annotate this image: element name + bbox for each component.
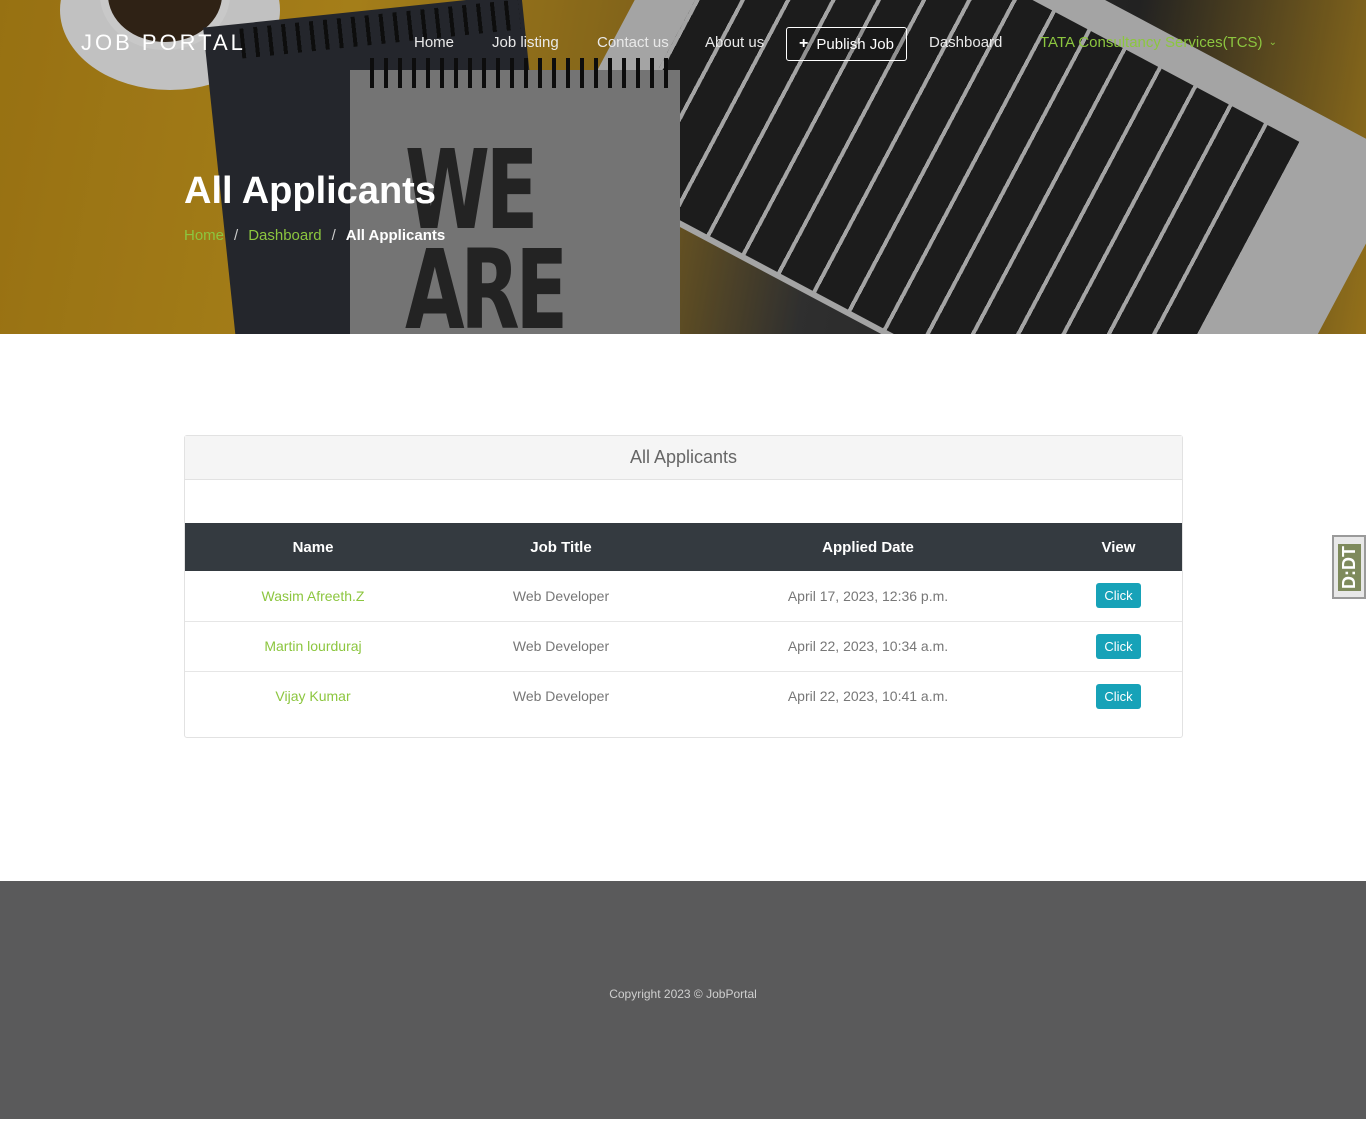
copyright-text: Copyright 2023 © JobPortal (609, 987, 757, 1001)
footer: Copyright 2023 © JobPortal (0, 881, 1366, 1119)
table-row: Vijay Kumar Web Developer April 22, 2023… (185, 671, 1182, 721)
breadcrumb-separator: / (331, 227, 336, 244)
breadcrumb-dashboard[interactable]: Dashboard (248, 227, 321, 244)
applicant-name-link[interactable]: Martin lourduraj (264, 638, 361, 654)
nav-home[interactable]: Home (414, 34, 454, 51)
applicants-table: Name Job Title Applied Date View Wasim A… (185, 523, 1182, 721)
plus-icon: + (799, 35, 809, 52)
applied-date-cell: April 22, 2023, 10:41 a.m. (787, 688, 949, 705)
applied-date-cell: April 22, 2023, 10:34 a.m. (787, 638, 949, 654)
breadcrumb: Home / Dashboard / All Applicants (184, 227, 445, 244)
card-title: All Applicants (185, 436, 1182, 480)
column-header-applied-date: Applied Date (822, 538, 914, 556)
table-header-row: Name Job Title Applied Date View (185, 523, 1182, 571)
applicant-name-link[interactable]: Vijay Kumar (275, 688, 350, 704)
column-header-job-title: Job Title (530, 538, 592, 556)
nav-about-us[interactable]: About us (705, 34, 764, 51)
debug-toolbar-label: D:DT (1337, 543, 1361, 591)
company-dropdown[interactable]: TATA Consultancy Services(TCS) ⌄ (1040, 34, 1277, 51)
job-title-cell: Web Developer (512, 587, 610, 604)
breadcrumb-separator: / (234, 227, 239, 244)
breadcrumb-home[interactable]: Home (184, 227, 224, 244)
breadcrumb-current: All Applicants (345, 227, 446, 244)
page-title: All Applicants (184, 170, 436, 212)
nav-contact-us[interactable]: Contact us (597, 34, 669, 51)
column-header-view: View (1101, 538, 1136, 556)
column-header-name: Name (292, 538, 334, 556)
publish-job-button[interactable]: + Publish Job (786, 27, 907, 61)
applicants-card: All Applicants Name Job Title Applied Da… (184, 435, 1183, 738)
debug-toolbar-toggle[interactable]: D:DT (1332, 535, 1366, 599)
brand-logo[interactable]: JOB PORTAL (81, 30, 246, 56)
table-row: Wasim Afreeth.Z Web Developer April 17, … (185, 571, 1182, 621)
job-title-cell: Web Developer (512, 688, 610, 705)
top-navbar: JOB PORTAL Home Job listing Contact us A… (0, 0, 1366, 86)
nav-dashboard[interactable]: Dashboard (929, 34, 1002, 51)
chevron-down-icon: ⌄ (1268, 37, 1277, 48)
nav-job-listing[interactable]: Job listing (492, 34, 559, 51)
view-button[interactable]: Click (1096, 683, 1141, 709)
company-label: TATA Consultancy Services(TCS) (1040, 34, 1263, 51)
table-row: Martin lourduraj Web Developer April 22,… (185, 621, 1182, 671)
applicant-name-link[interactable]: Wasim Afreeth.Z (262, 588, 365, 604)
view-button[interactable]: Click (1096, 583, 1141, 609)
job-title-cell: Web Developer (512, 638, 610, 654)
hero-banner: WE ARE JOB PORTAL Home Job listing Contac… (0, 0, 1366, 334)
view-button[interactable]: Click (1096, 633, 1141, 659)
publish-job-label: Publish Job (816, 35, 894, 53)
applied-date-cell: April 17, 2023, 12:36 p.m. (787, 587, 949, 604)
